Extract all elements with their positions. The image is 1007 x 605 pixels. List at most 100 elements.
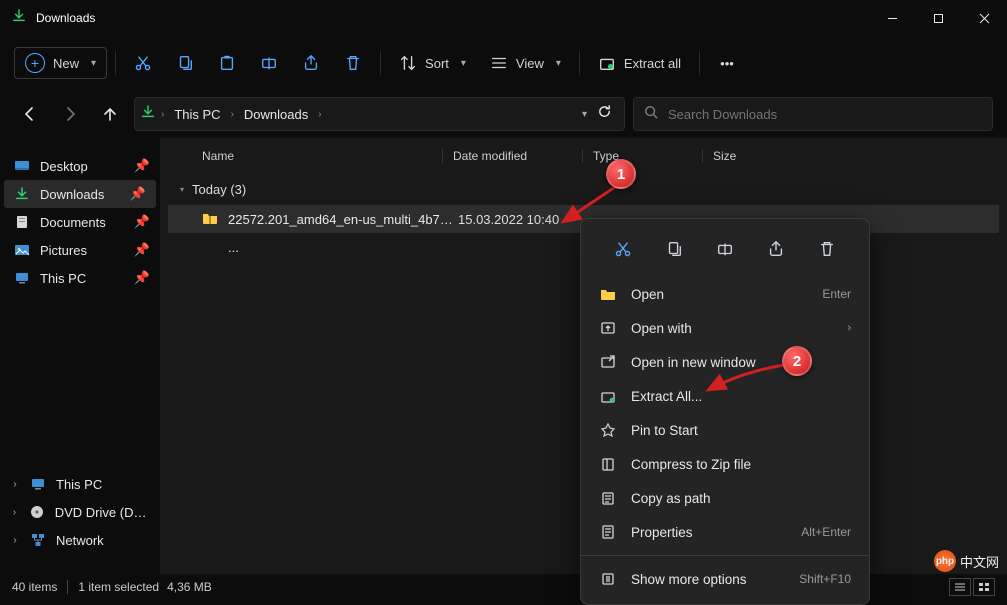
scissors-icon	[134, 54, 152, 72]
ctx-open[interactable]: Open Enter	[581, 277, 869, 311]
separator	[579, 51, 580, 75]
ctx-share-button[interactable]	[758, 231, 794, 267]
chevron-right-icon: ›	[847, 322, 851, 334]
search-input[interactable]	[668, 107, 982, 122]
view-button[interactable]: View▾	[480, 48, 571, 78]
sidebar-item-this-pc[interactable]: › This PC	[0, 470, 160, 498]
group-label: Today (3)	[192, 182, 246, 197]
new-label: New	[53, 56, 79, 71]
sidebar-item-desktop[interactable]: Desktop 📌	[0, 152, 160, 180]
pin-icon: 📌	[134, 270, 150, 286]
network-icon	[30, 532, 46, 548]
chevron-down-icon: ▾	[556, 58, 561, 69]
ctx-label: Open in new window	[631, 355, 756, 370]
toolbar: + New ▾ Sort▾ View▾ Extract all •••	[0, 36, 1007, 90]
column-name[interactable]: Name	[202, 149, 442, 163]
address-bar[interactable]: › This PC › Downloads › ▾	[134, 97, 625, 131]
ctx-shortcut: Shift+F10	[799, 572, 851, 586]
ctx-cut-button[interactable]	[605, 231, 641, 267]
ctx-pin-start[interactable]: Pin to Start	[581, 413, 869, 447]
close-button[interactable]	[961, 0, 1007, 36]
sidebar-item-dvd[interactable]: › DVD Drive (D:) CC	[0, 498, 160, 526]
watermark-text: 中文网	[960, 552, 999, 571]
share-button[interactable]	[292, 48, 330, 78]
ctx-compress[interactable]: Compress to Zip file	[581, 447, 869, 481]
sidebar-item-downloads[interactable]: Downloads 📌	[4, 180, 156, 208]
sidebar-item-this-pc-quick[interactable]: This PC 📌	[0, 264, 160, 292]
ctx-label: Copy as path	[631, 491, 711, 506]
copy-button[interactable]	[166, 48, 204, 78]
folder-icon	[599, 286, 617, 302]
ctx-show-more[interactable]: Show more options Shift+F10	[581, 562, 869, 596]
view-icon	[490, 54, 508, 72]
back-button[interactable]	[14, 98, 46, 130]
up-button[interactable]	[94, 98, 126, 130]
sidebar-item-network[interactable]: › Network	[0, 526, 160, 554]
rename-button[interactable]	[250, 48, 288, 78]
file-date: 15.03.2022 10:40	[458, 212, 598, 227]
extract-icon	[599, 388, 617, 404]
ctx-copy-path[interactable]: Copy as path	[581, 481, 869, 515]
ctx-extract-all[interactable]: Extract All...	[581, 379, 869, 413]
ctx-label: Pin to Start	[631, 423, 698, 438]
group-header-today[interactable]: ▾ Today (3)	[160, 174, 1007, 205]
downloads-icon	[14, 186, 30, 202]
ctx-rename-button[interactable]	[707, 231, 743, 267]
sort-button[interactable]: Sort▾	[389, 48, 476, 78]
path-icon	[599, 490, 617, 506]
refresh-button[interactable]	[597, 104, 612, 124]
ctx-delete-button[interactable]	[809, 231, 845, 267]
sort-icon	[399, 54, 417, 72]
chevron-down-icon[interactable]: ▾	[582, 109, 587, 120]
pc-icon	[30, 476, 46, 492]
pictures-icon	[14, 242, 30, 258]
forward-button[interactable]	[54, 98, 86, 130]
column-type[interactable]: Type	[582, 149, 702, 163]
search-box[interactable]	[633, 97, 993, 131]
ctx-label: Show more options	[631, 572, 747, 587]
separator	[67, 580, 68, 594]
column-headers: Name Date modified Type Size	[160, 138, 1007, 174]
zip-icon	[599, 456, 617, 472]
chevron-right-icon: ›	[318, 109, 321, 120]
delete-button[interactable]	[334, 48, 372, 78]
column-date[interactable]: Date modified	[442, 149, 582, 163]
disc-icon	[29, 504, 45, 520]
watermark: php 中文网	[934, 550, 999, 572]
ellipsis-icon: •••	[718, 54, 736, 72]
details-view-button[interactable]	[949, 578, 971, 596]
ctx-open-with[interactable]: Open with ›	[581, 311, 869, 345]
sidebar-item-documents[interactable]: Documents 📌	[0, 208, 160, 236]
new-button[interactable]: + New ▾	[14, 47, 107, 79]
pc-icon	[14, 270, 30, 286]
documents-icon	[14, 214, 30, 230]
separator	[581, 555, 869, 556]
paste-icon	[218, 54, 236, 72]
ctx-copy-button[interactable]	[656, 231, 692, 267]
chevron-right-icon: ›	[161, 109, 164, 120]
ctx-label: Open	[631, 287, 664, 302]
sidebar-label: Documents	[40, 215, 106, 230]
ctx-properties[interactable]: Properties Alt+Enter	[581, 515, 869, 549]
sidebar-label: Desktop	[40, 159, 88, 174]
pin-icon: 📌	[134, 242, 150, 258]
ctx-open-new-window[interactable]: Open in new window	[581, 345, 869, 379]
minimize-button[interactable]	[869, 0, 915, 36]
column-size[interactable]: Size	[702, 149, 802, 163]
breadcrumb-downloads[interactable]: Downloads	[240, 105, 312, 124]
sidebar: Desktop 📌 Downloads 📌 Documents 📌 Pictur…	[0, 138, 160, 574]
chevron-right-icon: ›	[10, 479, 20, 490]
sidebar-item-pictures[interactable]: Pictures 📌	[0, 236, 160, 264]
status-selected: 1 item selected	[78, 580, 159, 594]
more-button[interactable]: •••	[708, 48, 746, 78]
breadcrumb-this-pc[interactable]: This PC	[170, 105, 224, 124]
maximize-button[interactable]	[915, 0, 961, 36]
cut-button[interactable]	[124, 48, 162, 78]
pin-icon	[599, 422, 617, 438]
extract-all-button[interactable]: Extract all	[588, 48, 691, 78]
thumbnails-view-button[interactable]	[973, 578, 995, 596]
sidebar-label: This PC	[56, 477, 102, 492]
paste-button[interactable]	[208, 48, 246, 78]
status-size: 4,36 MB	[167, 580, 212, 594]
annotation-marker-1: 1	[606, 159, 636, 189]
